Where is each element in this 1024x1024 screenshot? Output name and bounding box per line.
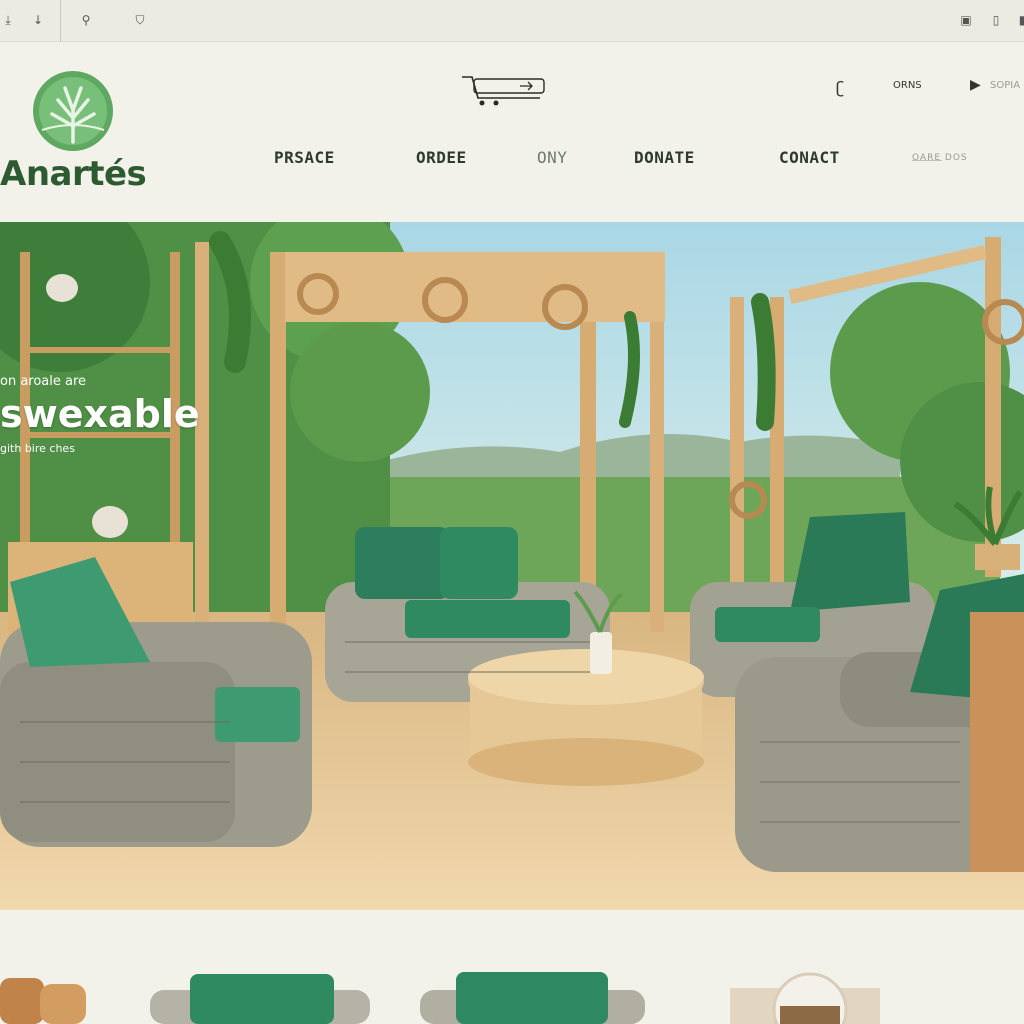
tab-icon[interactable]: ▯ <box>988 12 1004 28</box>
account-icon[interactable]: ʗ <box>836 78 844 97</box>
arrow-down-icon[interactable]: ↓ <box>30 12 46 28</box>
toolbar-divider <box>60 0 61 42</box>
shield-icon[interactable]: ⛉ <box>132 12 148 28</box>
nav-item-order[interactable]: ORDEE <box>416 148 467 167</box>
hero-headline: swexable <box>0 392 200 436</box>
product-card-4[interactable] <box>730 970 880 1024</box>
product-strip <box>0 910 1024 1024</box>
site-header: Anartés ʗ ORNS ▶ SOPIA PRSACE ORDEE ONY … <box>0 42 1024 222</box>
window-icon[interactable]: ▣ <box>958 12 974 28</box>
tree-logo-icon[interactable] <box>32 70 114 152</box>
nav-item-extra[interactable]: OARE DOS <box>912 153 968 163</box>
download-icon[interactable]: ⤓ <box>0 12 16 28</box>
product-card-3[interactable] <box>420 970 645 1024</box>
hero-subtext: gith bire ches <box>0 442 75 455</box>
cart-icon[interactable] <box>460 74 548 108</box>
utility-link[interactable]: ORNS <box>893 80 922 91</box>
browser-toolbar: ⤓ ↓ ⚲ ⛉ ▣ ▯ ▮ <box>0 0 1024 42</box>
product-card-2[interactable] <box>150 970 370 1024</box>
nav-item-place[interactable]: PRSACE <box>274 148 335 167</box>
product-card-1[interactable] <box>0 970 90 1024</box>
utility-link-right[interactable]: SOPIA <box>990 80 1020 91</box>
nav-item-donate[interactable]: DONATE <box>634 148 695 167</box>
nav-underline <box>912 160 942 161</box>
location-pin-icon[interactable]: ⚲ <box>78 12 94 28</box>
play-icon[interactable]: ▶ <box>970 77 981 93</box>
hero-image <box>0 222 1024 910</box>
hero-eyebrow: on aroale are <box>0 374 87 389</box>
brand-wordmark[interactable]: Anartés <box>0 154 147 194</box>
tabs-icon[interactable]: ▮ <box>1014 12 1024 28</box>
nav-item-contact[interactable]: CONACT <box>779 148 840 167</box>
nav-item-ony[interactable]: ONY <box>537 148 567 167</box>
hero-banner: on aroale are swexable gith bire ches <box>0 222 1024 910</box>
